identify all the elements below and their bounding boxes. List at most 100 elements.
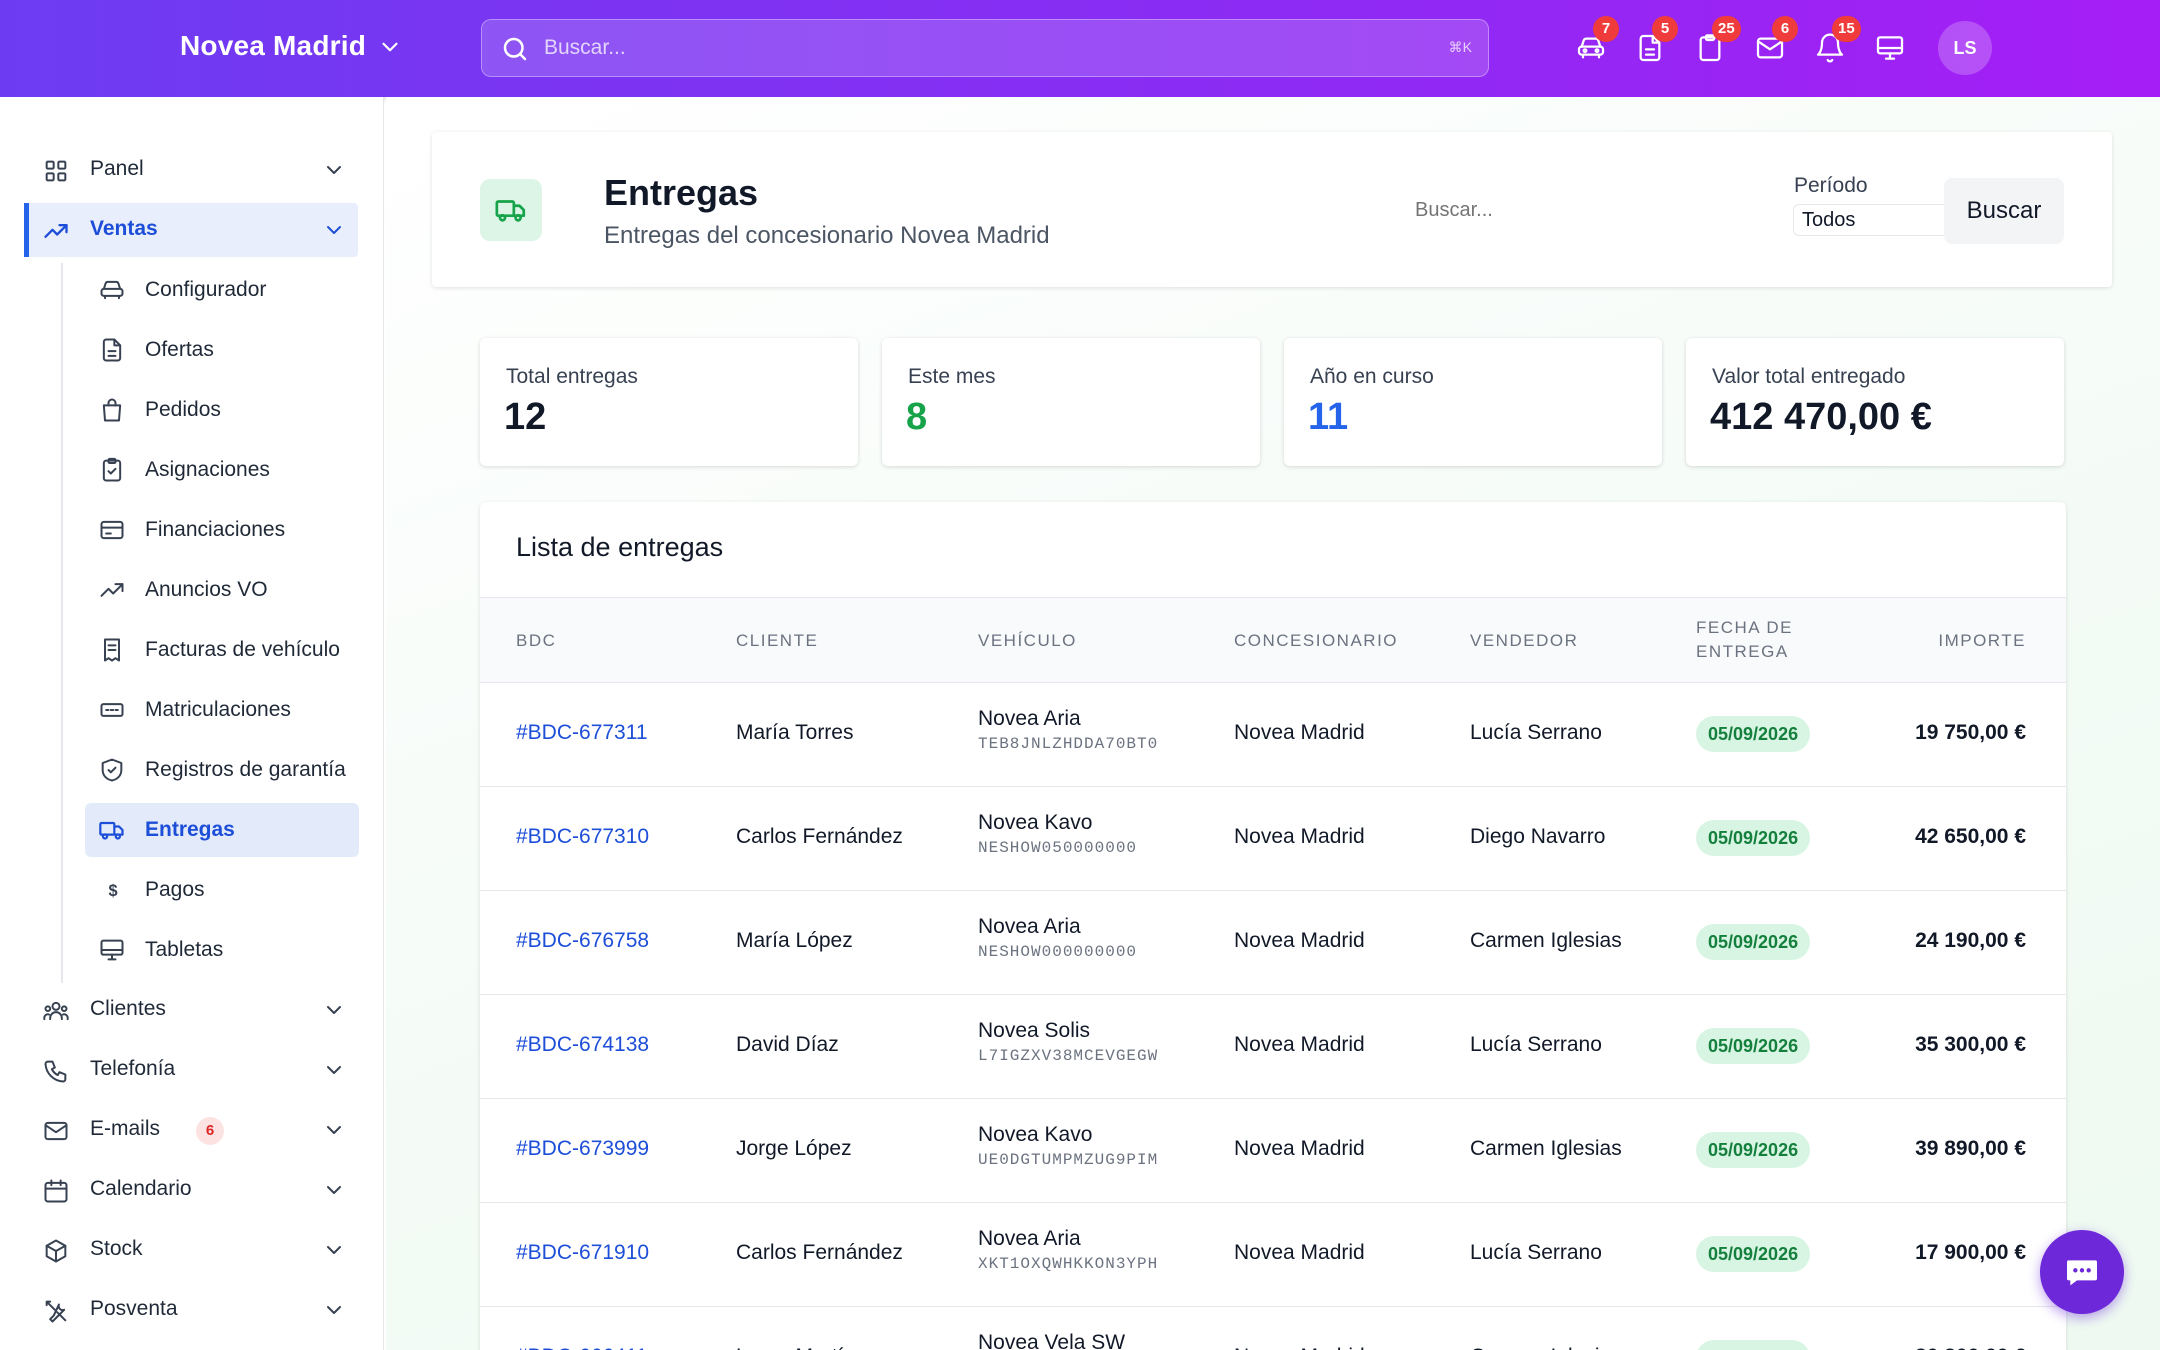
stat-valor-total: Valor total entregado 412 470,00 € [1686, 338, 2064, 466]
delivery-date-badge: 05/09/2026 [1696, 1028, 1811, 1064]
cell-vehiculo: Novea Solis L7IGZXV38MCEVGEGW [978, 1019, 1158, 1065]
bdc-link[interactable]: #BDC-677310 [516, 825, 649, 849]
vehicle-model: Novea Aria [978, 1227, 1081, 1250]
sidebar-item-asignaciones[interactable]: Asignaciones [85, 443, 359, 497]
document-icon[interactable]: 5 [1634, 16, 1678, 64]
cell-cliente: María Torres [736, 721, 854, 744]
table-row[interactable]: #BDC-673999 Jorge López Novea Kavo UE0DGTUM… [480, 1099, 2066, 1203]
sidebar-item-registros-garantia[interactable]: Registros de garantía [85, 743, 359, 797]
bell-icon[interactable]: 15 [1814, 16, 1861, 64]
sidebar-item-pagos[interactable]: $ Pagos [85, 863, 359, 917]
cell-importe: 24 190,00 € [1915, 929, 2026, 952]
column-header-vehiculo[interactable]: Vehículo [978, 629, 1077, 653]
table-row[interactable]: #BDC-674138 David Díaz Novea Solis L7IGZXV3… [480, 995, 2066, 1099]
dollar-icon: $ [109, 882, 118, 900]
tools-icon [45, 1300, 67, 1323]
monitor-icon[interactable] [1874, 32, 1906, 64]
brand-name[interactable]: Novea Madrid [180, 30, 366, 62]
sidebar-item-entregas[interactable]: Entregas [85, 803, 359, 857]
table-header: BDC Cliente Vehículo Concesionario Vende… [480, 597, 2066, 683]
bdc-link[interactable]: #BDC-676758 [516, 929, 649, 953]
table-row[interactable]: #BDC-666411 Laura Martínez Novea Vela SW No… [480, 1307, 2066, 1350]
cell-vehiculo: Novea Kavo NESHOW050000000 [978, 811, 1137, 857]
stat-ano-en-curso: Año en curso 11 [1284, 338, 1662, 466]
credit-card-icon [100, 520, 124, 540]
bdc-link[interactable]: #BDC-671910 [516, 1241, 649, 1265]
column-header-vendedor[interactable]: Vendedor [1470, 629, 1578, 653]
chat-button[interactable] [2040, 1230, 2124, 1314]
chevron-down-icon[interactable] [377, 34, 403, 60]
chat-icon [2067, 1260, 2097, 1286]
column-header-importe[interactable]: Importe [1938, 629, 2026, 653]
vehicle-model: Novea Vela SW [978, 1331, 1126, 1350]
table-row[interactable]: #BDC-671910 Carlos Fernández Novea Aria XKT… [480, 1203, 2066, 1307]
cube-icon [45, 1239, 67, 1263]
bdc-link[interactable]: #BDC-674138 [516, 1033, 649, 1057]
table-row[interactable]: #BDC-676758 María López Novea Aria NESHOW00… [480, 891, 2066, 995]
sidebar-item-label: Panel [90, 157, 144, 180]
truck-icon [480, 179, 542, 241]
stat-value: 12 [504, 396, 547, 438]
stat-este-mes: Este mes 8 [882, 338, 1260, 466]
sidebar-item-label: Facturas de vehículo [145, 638, 340, 661]
sidebar-item-matriculaciones[interactable]: Matriculaciones [85, 683, 359, 737]
column-header-concesionario[interactable]: Concesionario [1234, 629, 1398, 653]
cell-importe: 39 890,00 € [1915, 1137, 2026, 1160]
table-row[interactable]: #BDC-677310 Carlos Fernández Novea Kavo NES… [480, 787, 2066, 891]
chevron-down-icon [327, 226, 341, 234]
chevron-down-icon [327, 1186, 341, 1194]
cell-vehiculo: Novea Aria XKT1OXQWHKKON3YPH [978, 1227, 1158, 1273]
cell-concesionario: Novea Madrid [1234, 929, 1365, 952]
mail-icon[interactable]: 6 [1754, 16, 1798, 64]
bdc-link[interactable]: #BDC-666411 [516, 1345, 648, 1350]
car-icon[interactable]: 7 [1575, 16, 1619, 64]
stat-value: 11 [1308, 396, 1349, 438]
sidebar-item-stock[interactable]: Stock [24, 1223, 358, 1277]
cell-vendedor: Lucía Serrano [1470, 721, 1602, 744]
sidebar-item-ventas[interactable]: Ventas [24, 203, 358, 257]
trending-up-icon [100, 583, 124, 597]
chevron-down-icon [327, 1306, 341, 1314]
sidebar-item-facturas-vehiculo[interactable]: Facturas de vehículo [85, 623, 359, 677]
clipboard-icon[interactable]: 25 [1694, 16, 1741, 64]
sidebar-item-anuncios-vo[interactable]: Anuncios VO [85, 563, 359, 617]
table-row[interactable]: #BDC-677311 María Torres Novea Aria TEB8JNL… [480, 683, 2066, 787]
avatar[interactable]: LS [1938, 21, 1992, 75]
sidebar-item-ofertas[interactable]: Ofertas [85, 323, 359, 377]
periodo-value: Todos [1802, 209, 1856, 231]
bdc-link[interactable]: #BDC-673999 [516, 1137, 649, 1161]
delivery-date-badge: 05/09/2026 [1696, 716, 1811, 752]
cell-vehiculo: Novea Kavo UE0DGTUMPMZUG9PIM [978, 1123, 1158, 1169]
column-header-cliente[interactable]: Cliente [736, 629, 818, 653]
vehicle-vin: TEB8JNLZHDDA70BT0 [978, 735, 1159, 753]
sidebar-item-label: Stock [90, 1237, 143, 1260]
sidebar-item-tabletas[interactable]: Tabletas [85, 923, 359, 977]
sidebar-item-label: Telefonía [90, 1057, 176, 1080]
global-search[interactable]: ⌘K [481, 19, 1489, 77]
sidebar-item-financiaciones[interactable]: Financiaciones [85, 503, 359, 557]
deliveries-search-input[interactable] [1415, 199, 1635, 222]
global-search-input[interactable] [544, 30, 1404, 66]
bdc-link[interactable]: #BDC-677311 [516, 721, 648, 745]
column-header-bdc[interactable]: BDC [516, 629, 556, 653]
sidebar-item-telefonia[interactable]: Telefonía [24, 1043, 358, 1097]
page-subtitle: Entregas del concesionario Novea Madrid [604, 222, 1050, 249]
sidebar-item-emails[interactable]: E-mails 6 [24, 1103, 358, 1157]
sidebar-item-pedidos[interactable]: Pedidos [85, 383, 359, 437]
sidebar-item-calendario[interactable]: Calendario [24, 1163, 358, 1217]
grid-icon [45, 160, 67, 182]
cell-vehiculo: Novea Vela SW [978, 1331, 1125, 1350]
sidebar-item-configurador[interactable]: Configurador [85, 263, 359, 317]
sidebar-item-panel[interactable]: Panel [24, 143, 358, 197]
sidebar-item-label: Ventas [90, 217, 158, 240]
column-header-fecha[interactable]: Fecha de entrega [1696, 616, 1826, 664]
clipboard-check-icon [102, 457, 122, 482]
cell-concesionario: Novea Madrid [1234, 825, 1365, 848]
sidebar-item-posventa[interactable]: Posventa [24, 1283, 358, 1337]
stat-label: Total entregas [506, 365, 638, 388]
search-button[interactable]: Buscar [1944, 178, 2064, 244]
cell-vendedor: Diego Navarro [1470, 825, 1606, 848]
sidebar-item-clientes[interactable]: Clientes [24, 983, 358, 1037]
sidebar-item-label: Entregas [145, 818, 235, 841]
list-title: Lista de entregas [516, 532, 724, 562]
